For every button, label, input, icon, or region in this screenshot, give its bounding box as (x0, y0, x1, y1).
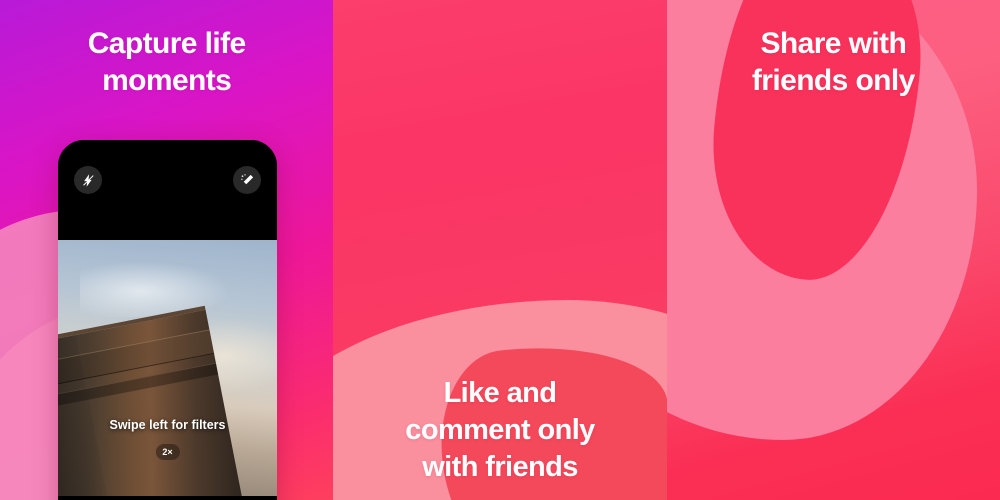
panel-share-with-friends: Share with friends only Whee 🔔 8 Tao 12m… (666, 0, 1000, 500)
panel-like-comment: Message ❤ ⋯ ♡Sam, Esther, Mitchell, Aubr… (333, 0, 667, 500)
swipe-hint-text: Swipe left for filters (109, 418, 226, 432)
panel-capture-life: Capture life moments Swipe left for filt… (0, 0, 334, 500)
phone-mockup-camera: Swipe left for filters 2× (58, 140, 277, 500)
camera-top-bar (58, 140, 277, 240)
panel3-headline: Share with friends only (751, 27, 915, 97)
camera-bottom-bar (58, 496, 277, 500)
viewfinder-cloud-1 (79, 260, 234, 317)
camera-viewfinder[interactable]: Swipe left for filters 2× (58, 240, 277, 496)
zoom-level-indicator[interactable]: 2× (155, 444, 180, 460)
panel1-headline: Capture life moments (87, 27, 246, 97)
flash-off-icon[interactable] (74, 166, 102, 194)
filters-icon[interactable] (233, 166, 261, 194)
panel2-headline: Like and comment only with friends (405, 376, 595, 483)
